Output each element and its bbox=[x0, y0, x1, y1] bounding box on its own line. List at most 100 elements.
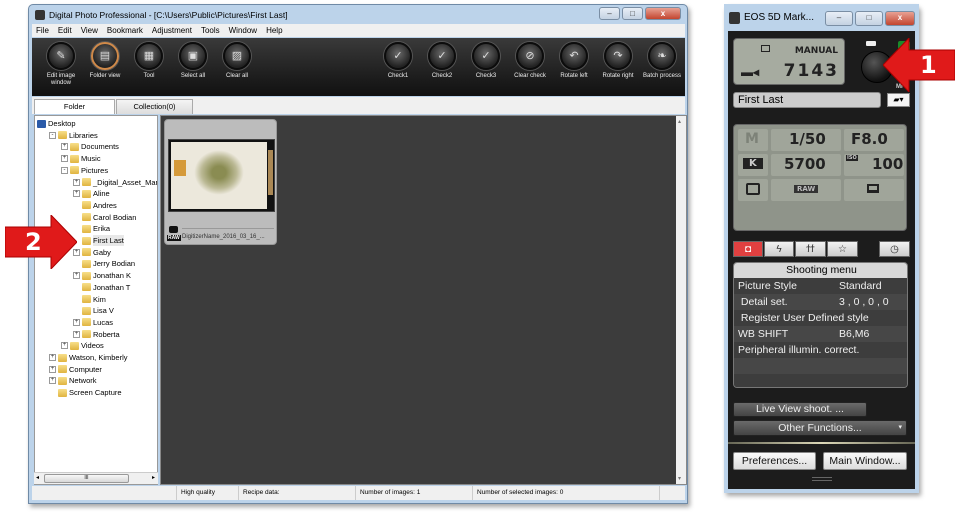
menu-help[interactable]: Help bbox=[266, 24, 282, 37]
content-vertical-scrollbar[interactable]: ▴ ▾ bbox=[676, 116, 686, 484]
clear-check-button[interactable]: ⊘ Clear check bbox=[505, 42, 555, 80]
scroll-thumb[interactable]: III bbox=[44, 474, 129, 483]
expand-icon[interactable]: + bbox=[61, 143, 68, 151]
tab-my-menu[interactable]: ☆ bbox=[827, 241, 858, 257]
tree-item-jerry-bodian[interactable]: Jerry Bodian bbox=[73, 258, 135, 269]
close-button[interactable]: x bbox=[645, 7, 681, 20]
tree-item-documents[interactable]: + Documents bbox=[61, 141, 119, 152]
tool-icon: ▦ bbox=[135, 42, 163, 70]
maximize-button[interactable]: □ bbox=[622, 7, 643, 20]
expand-icon[interactable]: + bbox=[73, 330, 80, 338]
menu-row[interactable]: Detail set. 3 , 0 , 0 , 0 bbox=[734, 294, 907, 310]
expand-icon[interactable]: + bbox=[61, 155, 68, 163]
shooting-mode[interactable]: M bbox=[745, 131, 759, 147]
tab-collection[interactable]: Collection(0) bbox=[116, 99, 193, 114]
computer-icon[interactable] bbox=[867, 184, 879, 193]
rotate-right-button[interactable]: ↷ Rotate right bbox=[593, 42, 643, 80]
tab-settings[interactable]: ϯϯ bbox=[795, 241, 826, 257]
iso-value[interactable]: 100 bbox=[872, 155, 903, 173]
tree-item-jonathan-k[interactable]: + Jonathan K bbox=[73, 270, 131, 281]
menu-row[interactable]: Peripheral illumin. correct. bbox=[734, 342, 907, 358]
resize-grip[interactable] bbox=[659, 486, 685, 500]
menu-view[interactable]: View bbox=[81, 24, 98, 37]
check2-button[interactable]: ✓ Check2 bbox=[417, 42, 467, 80]
menu-edit[interactable]: Edit bbox=[58, 24, 72, 37]
tree-item-lisa-v[interactable]: Lisa V bbox=[73, 305, 114, 316]
menu-row[interactable]: Picture Style Standard bbox=[734, 278, 907, 294]
menu-window[interactable]: Window bbox=[229, 24, 257, 37]
check3-button[interactable]: ✓ Check3 bbox=[461, 42, 511, 80]
tree-item-desktop[interactable]: Desktop bbox=[37, 118, 76, 129]
other-functions-dropdown[interactable]: Other Functions... ▾ bbox=[733, 420, 907, 436]
menu-adjustment[interactable]: Adjustment bbox=[152, 24, 192, 37]
tree-item-first-last[interactable]: First Last bbox=[73, 235, 124, 246]
clear-all-button[interactable]: ▨ Clear all bbox=[212, 42, 262, 80]
live-view-shoot-button[interactable]: Live View shoot. ... bbox=[733, 402, 867, 417]
edit-image-window-button[interactable]: ✎ Edit image window bbox=[36, 42, 86, 87]
folder-settings-button[interactable]: ▰▾ bbox=[887, 93, 910, 107]
aperture[interactable]: F8.0 bbox=[851, 130, 888, 148]
menu-bookmark[interactable]: Bookmark bbox=[107, 24, 143, 37]
folder-icon bbox=[82, 295, 91, 303]
collapse-icon[interactable]: - bbox=[61, 166, 68, 174]
tree-item-andres[interactable]: Andres bbox=[73, 200, 117, 211]
tree-item-aline[interactable]: + Aline bbox=[73, 188, 110, 199]
preferences-button[interactable]: Preferences... bbox=[733, 452, 816, 470]
tab-flash[interactable]: ϟ bbox=[764, 241, 794, 257]
tree-item-erika[interactable]: Erika bbox=[73, 223, 110, 234]
collapse-icon[interactable]: - bbox=[49, 131, 56, 139]
eos-maximize-button[interactable]: □ bbox=[855, 11, 883, 26]
color-temperature[interactable]: 5700 bbox=[784, 155, 826, 173]
batch-process-button[interactable]: ❧ Batch process bbox=[637, 42, 687, 80]
tree-horizontal-scrollbar[interactable]: ◂ III ▸ bbox=[34, 472, 158, 484]
shutter-speed[interactable]: 1/50 bbox=[789, 130, 826, 148]
thumbnail-card[interactable]: RAW DigitizerName_2016_03_16_... bbox=[164, 119, 277, 245]
expand-icon[interactable]: + bbox=[49, 354, 56, 361]
menu-row[interactable]: WB SHIFT B6,M6 bbox=[734, 326, 907, 342]
tab-folder[interactable]: Folder bbox=[34, 99, 115, 114]
menu-tools[interactable]: Tools bbox=[201, 24, 220, 37]
rotate-left-button[interactable]: ↶ Rotate left bbox=[549, 42, 599, 80]
tree-item-watson-kimberly[interactable]: + Watson, Kimberly bbox=[49, 352, 128, 363]
tree-item-digital-asset-mana[interactable]: + _Digital_Asset_Mana bbox=[73, 177, 157, 188]
expand-icon[interactable]: + bbox=[49, 377, 56, 385]
folder-view-button[interactable]: ▤ Folder view bbox=[80, 42, 130, 80]
tree-item-network[interactable]: + Network bbox=[49, 375, 97, 386]
main-window-button[interactable]: Main Window... bbox=[823, 452, 907, 470]
tree-item-carol-bodian[interactable]: Carol Bodian bbox=[73, 212, 136, 223]
check3-icon: ✓ bbox=[472, 42, 500, 70]
tree-item-videos[interactable]: + Videos bbox=[61, 340, 104, 351]
timer-button[interactable]: ◷ bbox=[879, 241, 910, 257]
tree-item-pictures[interactable]: - Pictures bbox=[61, 165, 108, 176]
tree-item-music[interactable]: + Music bbox=[61, 153, 101, 164]
eos-close-button[interactable]: x bbox=[885, 11, 915, 26]
check1-button[interactable]: ✓ Check1 bbox=[373, 42, 423, 80]
expand-icon[interactable]: + bbox=[73, 190, 80, 198]
eos-minimize-button[interactable]: – bbox=[825, 11, 853, 26]
wb-badge[interactable]: K bbox=[743, 158, 763, 169]
tree-item-gaby[interactable]: + Gaby bbox=[73, 247, 111, 258]
tree-item-lucas[interactable]: + Lucas bbox=[73, 317, 113, 328]
menu-row[interactable]: Register User Defined style bbox=[734, 310, 907, 326]
tool-button[interactable]: ▦ Tool bbox=[124, 42, 174, 80]
minimize-button[interactable]: – bbox=[599, 7, 620, 20]
expand-icon[interactable]: + bbox=[61, 342, 68, 350]
tree-item-libraries[interactable]: - Libraries bbox=[49, 130, 98, 141]
tree-item-screen-capture[interactable]: Screen Capture bbox=[49, 387, 122, 398]
tree-item-jonathan-t[interactable]: Jonathan T bbox=[73, 282, 130, 293]
expand-icon[interactable]: + bbox=[73, 318, 80, 326]
expand-icon[interactable]: + bbox=[73, 272, 80, 280]
tree-item-computer[interactable]: + Computer bbox=[49, 364, 102, 375]
menu-file[interactable]: File bbox=[36, 24, 49, 37]
destination-folder-field[interactable]: First Last bbox=[733, 92, 881, 108]
tree-item-kim[interactable]: Kim bbox=[73, 294, 106, 305]
expand-icon[interactable]: + bbox=[73, 178, 80, 186]
image-quality[interactable]: RAW bbox=[794, 185, 819, 193]
expand-icon[interactable]: + bbox=[49, 365, 56, 373]
metering-icon[interactable] bbox=[746, 183, 760, 195]
tree-item-label: Aline bbox=[93, 189, 110, 199]
tab-shooting[interactable]: ◘ bbox=[733, 241, 763, 257]
select-all-button[interactable]: ▣ Select all bbox=[168, 42, 218, 80]
resize-handle[interactable] bbox=[812, 477, 832, 481]
tree-item-roberta[interactable]: + Roberta bbox=[73, 329, 120, 340]
